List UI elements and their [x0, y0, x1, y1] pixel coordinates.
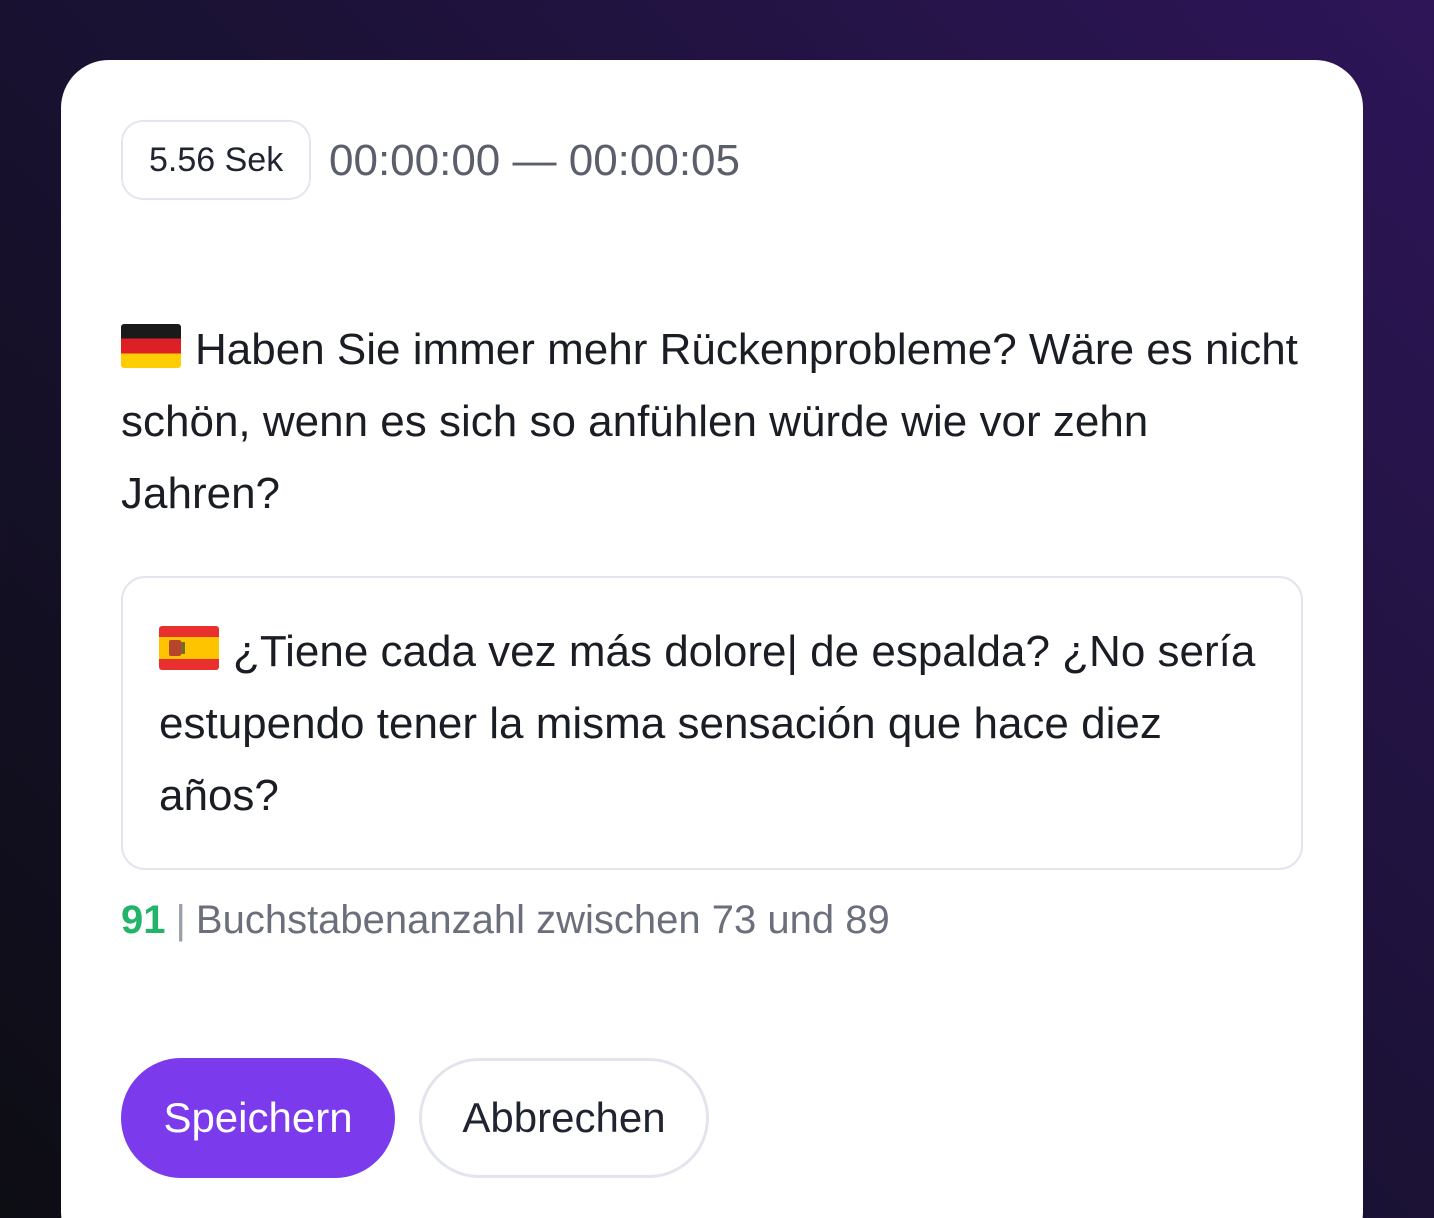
duration-label: 5.56 Sek	[149, 140, 284, 179]
translation-text: ¿Tiene cada vez más dolore| de espalda? …	[159, 627, 1256, 820]
save-button[interactable]: Speichern	[121, 1058, 395, 1178]
germany-flag-icon	[121, 324, 181, 368]
character-count: 91	[121, 898, 166, 942]
cancel-button[interactable]: Abbrechen	[419, 1058, 709, 1178]
source-subtitle: Haben Sie immer mehr Rückenprobleme? Wär…	[121, 314, 1303, 530]
translation-textarea[interactable]: ¿Tiene cada vez más dolore| de espalda? …	[121, 576, 1303, 870]
duration-badge: 5.56 Sek	[121, 120, 312, 200]
source-subtitle-text: Haben Sie immer mehr Rückenprobleme? Wär…	[121, 325, 1298, 518]
spain-flag-icon	[159, 626, 219, 670]
subtitle-edit-card: 5.56 Sek 00:00:00 — 00:00:05 Haben Sie i…	[61, 60, 1363, 1218]
character-count-info: 91 | Buchstabenanzahl zwischen 73 und 89	[121, 894, 890, 946]
timecode-range: 00:00:00 — 00:00:05	[329, 136, 740, 185]
character-count-separator: |	[175, 898, 186, 942]
character-count-hint: Buchstabenanzahl zwischen 73 und 89	[195, 898, 890, 942]
